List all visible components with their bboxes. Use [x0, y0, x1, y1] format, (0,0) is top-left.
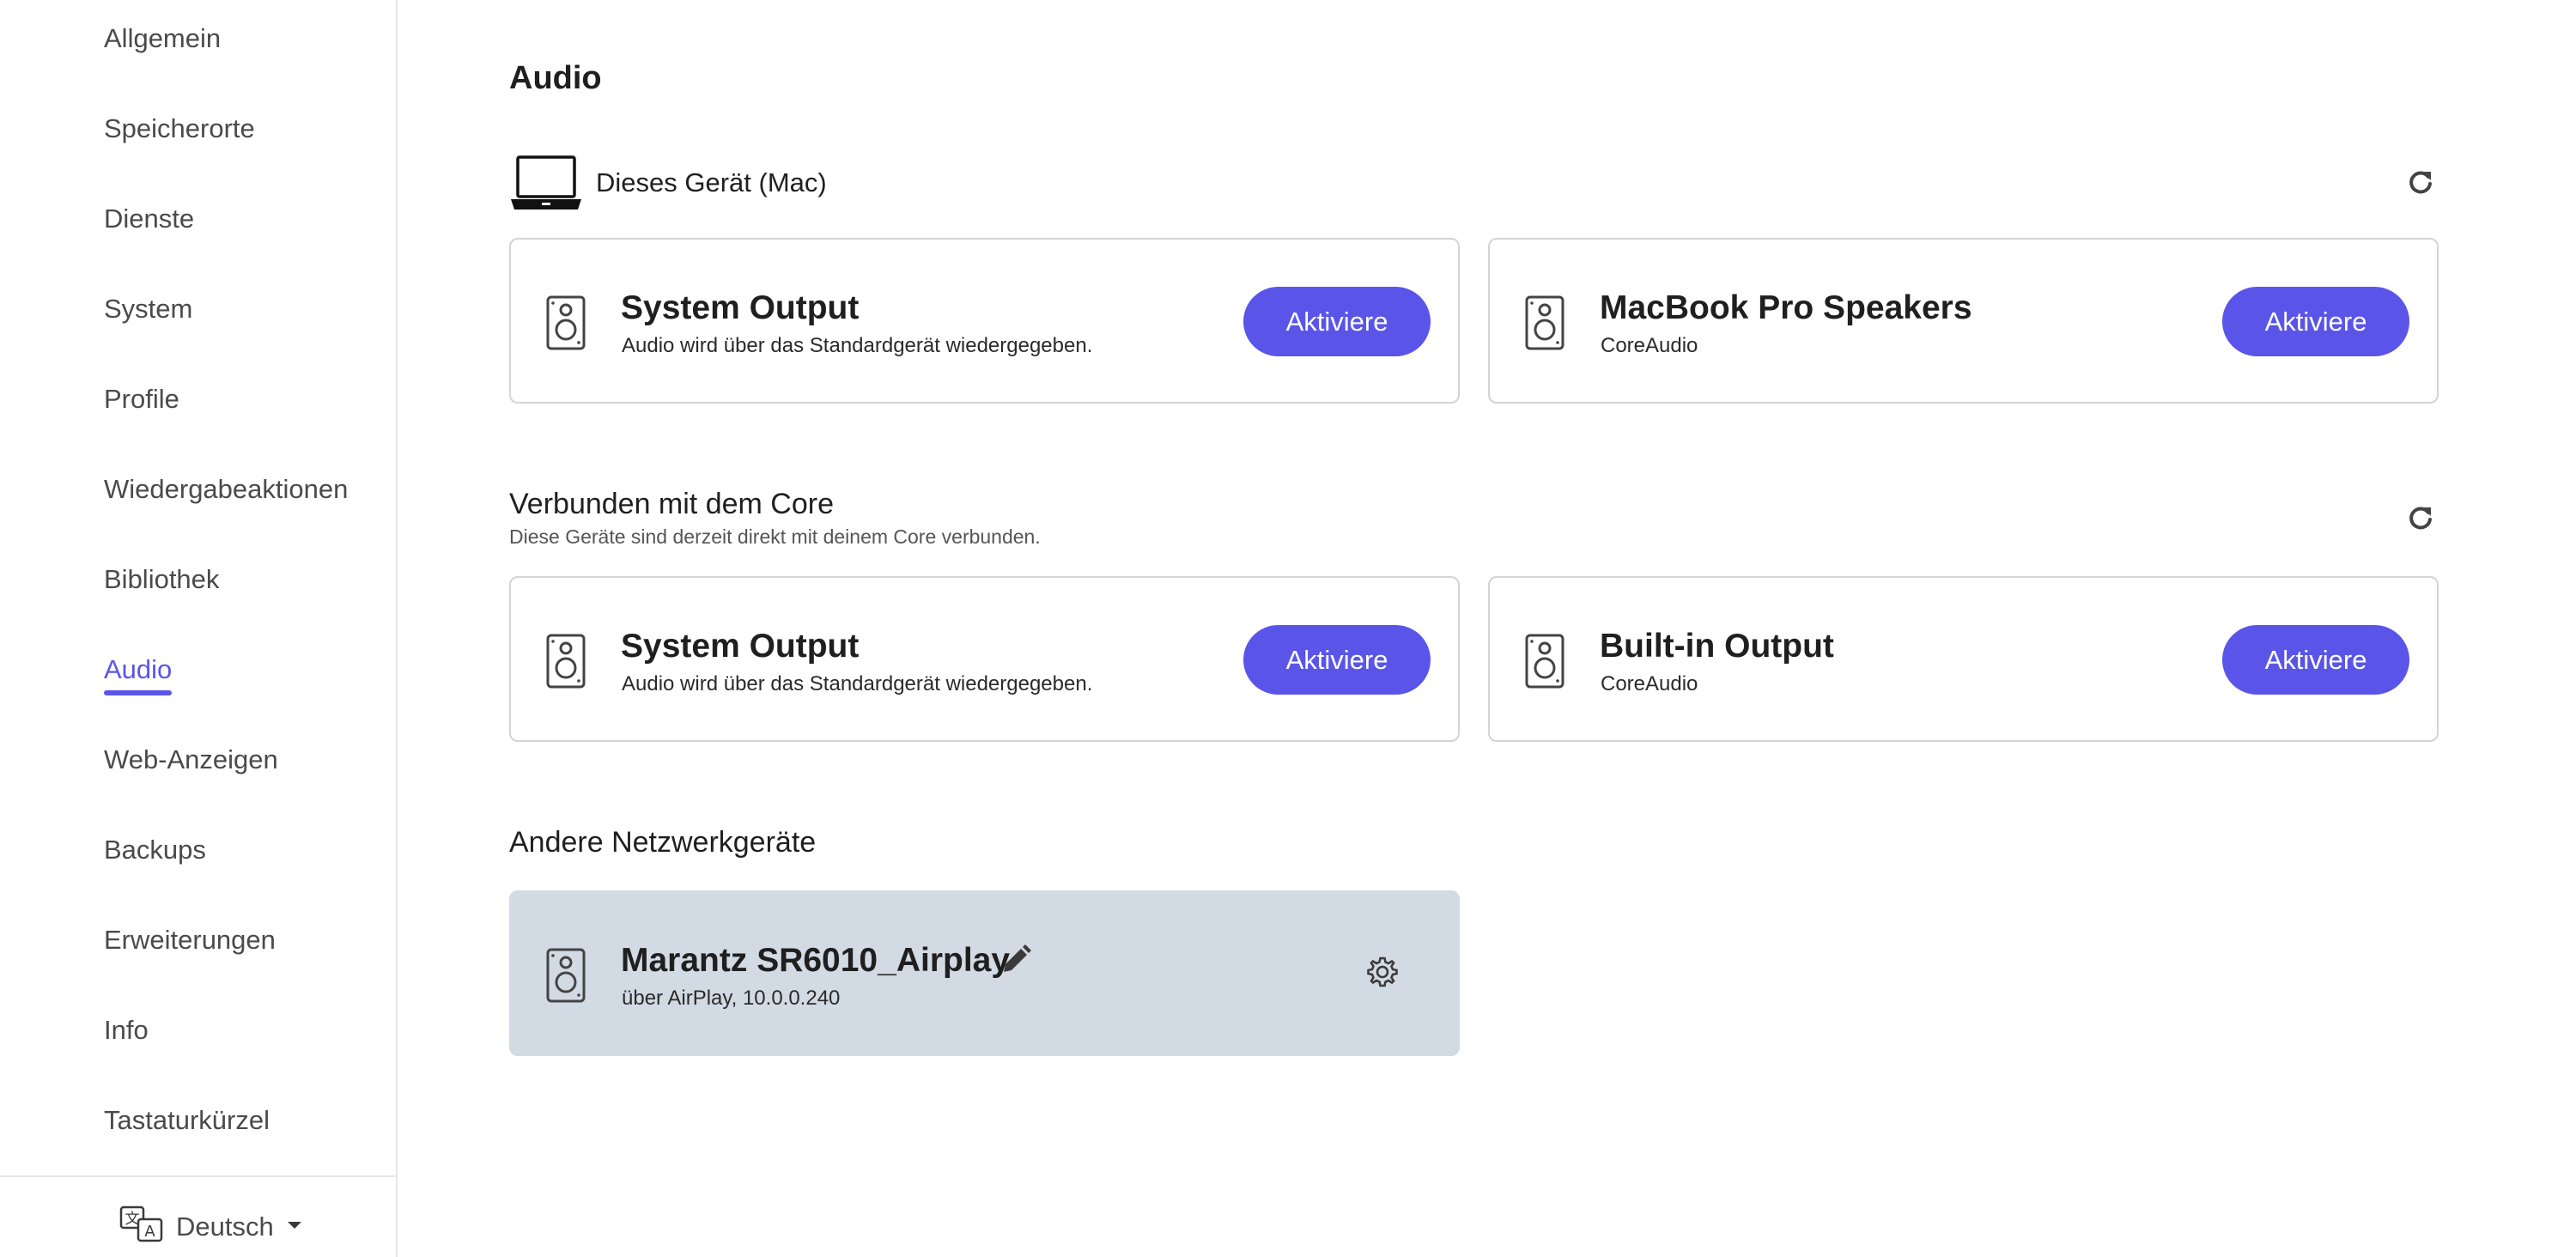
device-subtitle: Audio wird über das Standardgerät wieder…	[622, 334, 1093, 357]
chevron-down-icon	[286, 1219, 303, 1235]
language-selector[interactable]: 文 A Deutsch	[119, 1205, 303, 1248]
network-device-card: Marantz SR6010_Airplay über AirPlay, 10.…	[509, 890, 1460, 1056]
device-card: System Output Audio wird über das Standa…	[509, 576, 1460, 742]
sidebar-item-bibliothek[interactable]: Bibliothek	[104, 564, 219, 595]
sidebar-item-audio[interactable]: Audio	[104, 654, 173, 695]
device-title: MacBook Pro Speakers	[1600, 289, 1972, 326]
core-heading: Verbunden mit dem Core	[509, 488, 834, 520]
device-subtitle: über AirPlay, 10.0.0.240	[622, 987, 841, 1010]
sidebar-divider	[0, 1175, 396, 1177]
device-subtitle: CoreAudio	[1601, 672, 1698, 695]
activate-button[interactable]: Aktiviere	[2222, 287, 2409, 356]
network-heading: Andere Netzwerkgeräte	[509, 826, 817, 859]
sidebar-item-web-anzeigen[interactable]: Web-Anzeigen	[104, 744, 278, 775]
device-title: Marantz SR6010_Airplay	[621, 942, 1011, 979]
device-card: Built-in Output CoreAudio Aktiviere	[1488, 576, 2439, 742]
sidebar-item-erweiterungen[interactable]: Erweiterungen	[104, 925, 276, 956]
sidebar-item-label: Audio	[104, 654, 173, 684]
page-title: Audio	[509, 60, 602, 96]
sidebar-item-profile[interactable]: Profile	[104, 384, 179, 415]
device-subtitle: Audio wird über das Standardgerät wieder…	[622, 672, 1093, 695]
speaker-icon	[1524, 295, 1565, 355]
speaker-icon	[545, 947, 586, 1008]
activate-button[interactable]: Aktiviere	[1243, 287, 1431, 356]
device-title: System Output	[621, 289, 860, 326]
device-title: System Output	[621, 628, 860, 665]
refresh-icon[interactable]	[2407, 168, 2434, 196]
speaker-icon	[545, 295, 586, 355]
activate-button[interactable]: Aktiviere	[1243, 625, 1431, 695]
sidebar-item-backups[interactable]: Backups	[104, 835, 206, 865]
activate-button[interactable]: Aktiviere	[2222, 625, 2409, 695]
device-subtitle: CoreAudio	[1601, 334, 1698, 357]
sidebar: Allgemein Speicherorte Dienste System Pr…	[0, 0, 398, 1257]
sidebar-item-system[interactable]: System	[104, 294, 192, 325]
translate-icon: 文 A	[119, 1205, 164, 1248]
active-indicator	[104, 690, 173, 695]
sidebar-item-tastaturkuerzel[interactable]: Tastaturkürzel	[104, 1105, 270, 1136]
sidebar-item-wiedergabeaktionen[interactable]: Wiedergabeaktionen	[104, 474, 348, 505]
speaker-icon	[1524, 633, 1565, 694]
laptop-icon	[509, 155, 583, 217]
device-title: Built-in Output	[1600, 628, 1834, 665]
speaker-icon	[545, 633, 586, 694]
gear-icon[interactable]	[1366, 956, 1399, 993]
core-description: Diese Geräte sind derzeit direkt mit dei…	[509, 525, 1041, 548]
language-label: Deutsch	[176, 1211, 274, 1242]
refresh-icon[interactable]	[2407, 504, 2434, 531]
sidebar-item-speicherorte[interactable]: Speicherorte	[104, 113, 255, 144]
edit-icon[interactable]	[1000, 944, 1031, 980]
sidebar-item-info[interactable]: Info	[104, 1015, 149, 1046]
sidebar-item-allgemein[interactable]: Allgemein	[104, 23, 221, 54]
svg-text:A: A	[144, 1223, 155, 1241]
device-card: System Output Audio wird über das Standa…	[509, 238, 1460, 404]
sidebar-item-dienste[interactable]: Dienste	[104, 203, 194, 234]
this-device-label: Dieses Gerät (Mac)	[596, 167, 827, 197]
device-card: MacBook Pro Speakers CoreAudio Aktiviere	[1488, 238, 2439, 404]
